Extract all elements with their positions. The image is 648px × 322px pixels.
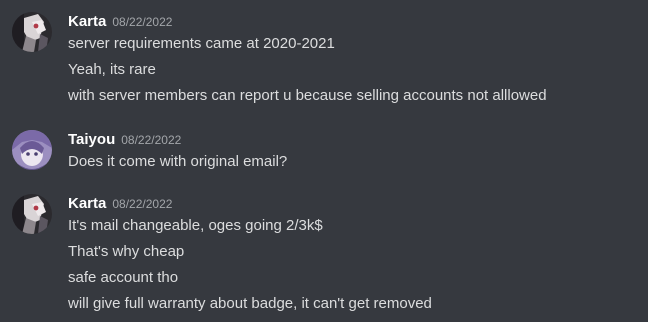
avatar-image-icon [12,194,52,234]
message-header: Taiyou 08/22/2022 [68,130,181,150]
message-header: Karta 08/22/2022 [68,12,172,32]
timestamp: 08/22/2022 [121,133,182,147]
message-text: safe account tho [68,269,179,286]
avatar[interactable] [12,130,52,170]
username[interactable]: Karta [68,13,106,30]
message-text: will give full warranty about badge, it … [68,295,432,312]
message-text: It's mail changeable, oges going 2/3k$ [68,217,323,234]
timestamp: 08/22/2022 [112,197,173,211]
message-text: with server members can report u because… [68,87,547,104]
chat-message-list: Karta 08/22/2022 server requirements came… [0,0,648,322]
avatar-image-icon [12,130,52,170]
timestamp: 08/22/2022 [112,15,173,29]
message-text: Does it come with original email? [68,153,288,170]
message-text: server requirements came at 2020-2021 [68,35,335,52]
avatar[interactable] [12,12,52,52]
avatar-image-icon [12,12,52,52]
avatar[interactable] [12,194,52,234]
message-text: Yeah, its rare [68,61,156,78]
message-text: That's why cheap [68,243,185,260]
username[interactable]: Karta [68,195,106,212]
message-header: Karta 08/22/2022 [68,194,172,214]
username[interactable]: Taiyou [68,131,115,148]
